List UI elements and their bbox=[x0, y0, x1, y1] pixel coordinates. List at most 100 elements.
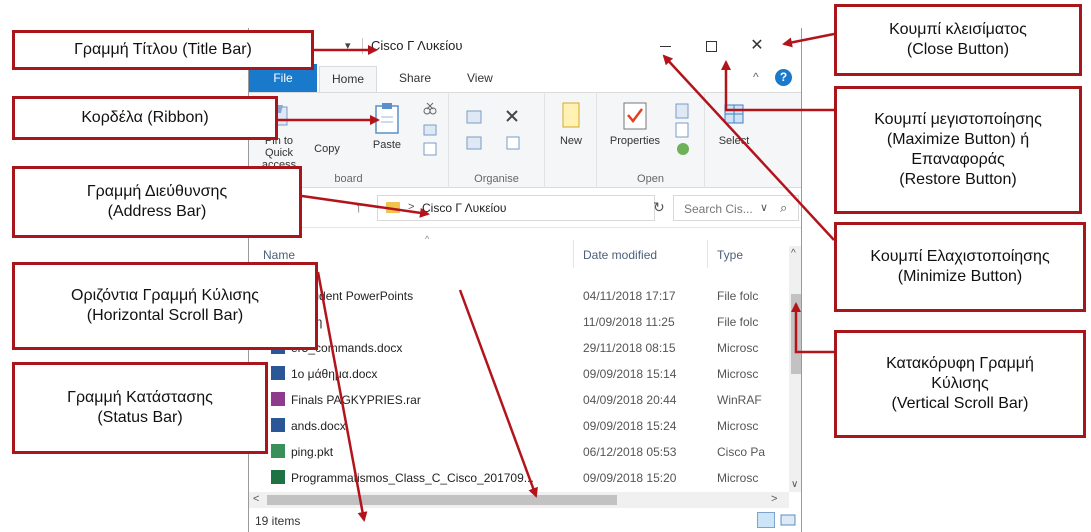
horizontal-scrollbar[interactable]: < > bbox=[249, 492, 789, 508]
window-title: Cisco Γ Λυκείου bbox=[371, 38, 463, 53]
callout-minimize-button: Κουμπί Ελαχιστοποίησης (Minimize Button) bbox=[834, 222, 1086, 312]
title-separator bbox=[362, 38, 363, 54]
minimize-button[interactable] bbox=[642, 28, 688, 64]
column-headers: ^ Name Date modified Type bbox=[249, 228, 789, 284]
search-icon[interactable]: ⌕ bbox=[780, 200, 787, 216]
list-item[interactable]: ands.docx 09/09/2018 15:24 Microsc bbox=[249, 414, 789, 438]
file-name: 5 Student PowerPoints bbox=[291, 289, 414, 303]
excel-icon bbox=[271, 470, 285, 484]
callout-vertical-scroll-bar: Κατακόρυφη Γραμμή Κύλισης (Vertical Scro… bbox=[834, 330, 1086, 438]
file-date: 29/11/2018 08:15 bbox=[583, 341, 676, 355]
tab-view[interactable]: View bbox=[455, 66, 505, 92]
file-type: File folc bbox=[717, 315, 759, 329]
list-item[interactable]: λη ψη 11/09/2018 11:25 File folc bbox=[249, 310, 789, 334]
file-name: er5_commands.docx bbox=[291, 341, 403, 355]
word-doc-icon bbox=[271, 366, 285, 380]
file-explorer-window: ▾ Cisco Γ Λυκείου ✕ File Home Share View… bbox=[248, 28, 802, 532]
status-bar: 19 items bbox=[249, 508, 801, 532]
callout-title-bar-text: Γραμμή Τίτλου (Title Bar) bbox=[74, 41, 252, 58]
file-date: 09/09/2018 15:24 bbox=[583, 419, 677, 433]
list-item[interactable]: 1ο μάθημα.docx 09/09/2018 15:14 Microsc bbox=[249, 362, 789, 386]
scroll-down-icon[interactable]: ∨ bbox=[791, 479, 798, 490]
callout-vscroll-line2: Κύλισης bbox=[931, 375, 989, 392]
details-view-icon[interactable] bbox=[757, 512, 775, 528]
file-type: WinRAF bbox=[717, 393, 762, 407]
file-type: Microsc bbox=[717, 419, 759, 433]
ribbon-group-open: Properties Open bbox=[597, 93, 705, 189]
search-input[interactable]: Search Cis... ⌕ bbox=[673, 195, 799, 221]
close-button[interactable]: ✕ bbox=[734, 28, 780, 64]
callout-max-line2: (Maximize Button) ή bbox=[886, 131, 1030, 148]
horizontal-scroll-thumb[interactable] bbox=[267, 495, 617, 505]
column-name[interactable]: Name bbox=[263, 248, 295, 262]
callout-ribbon: Κορδέλα (Ribbon) bbox=[12, 96, 278, 140]
new-folder-button[interactable]: New bbox=[551, 101, 591, 147]
ribbon-group-organise: Organise bbox=[449, 93, 545, 189]
vertical-scroll-thumb[interactable] bbox=[791, 294, 801, 374]
file-list: 5 Student PowerPoints 04/11/2018 17:17 F… bbox=[249, 284, 789, 494]
tab-home[interactable]: Home bbox=[319, 66, 378, 92]
properties-button[interactable]: Properties bbox=[601, 101, 669, 147]
collapse-ribbon-icon[interactable]: ^ bbox=[753, 70, 759, 84]
address-path[interactable]: Cisco Γ Λυκείου bbox=[422, 201, 506, 215]
callout-hscroll-line2: (Horizontal Scroll Bar) bbox=[86, 307, 244, 324]
scroll-left-icon[interactable]: < bbox=[253, 493, 259, 505]
scroll-right-icon[interactable]: > bbox=[771, 493, 777, 505]
file-name: 1ο μάθημα.docx bbox=[291, 367, 378, 381]
list-item[interactable]: er5_commands.docx 29/11/2018 08:15 Micro… bbox=[249, 336, 789, 360]
ribbon-group-new: New bbox=[545, 93, 597, 189]
callout-title-bar: Γραμμή Τίτλου (Title Bar) bbox=[12, 30, 314, 70]
callout-address-bar: Γραμμή Διεύθυνσης (Address Bar) bbox=[12, 166, 302, 238]
cut-copy-path-icons[interactable] bbox=[421, 101, 439, 161]
ribbon-group-select: Select bbox=[705, 93, 765, 189]
open-edit-history-icons[interactable] bbox=[673, 101, 693, 161]
refresh-icon[interactable]: ↻ bbox=[653, 199, 665, 216]
callout-maximize-button: Κουμπί μεγιστοποίησης (Maximize Button) … bbox=[834, 86, 1082, 214]
quick-access-dropdown-icon[interactable]: ▾ bbox=[345, 39, 351, 52]
callout-address-line2: (Address Bar) bbox=[107, 203, 207, 220]
maximize-icon bbox=[705, 40, 717, 52]
vertical-scrollbar[interactable]: ^ ∨ bbox=[789, 246, 801, 492]
copy-button[interactable]: Copy bbox=[307, 143, 347, 155]
list-item[interactable]: Programmatismos_Class_C_Cisco_201709... … bbox=[249, 466, 789, 490]
select-button[interactable]: Select bbox=[709, 101, 759, 147]
file-date: 09/09/2018 15:14 bbox=[583, 367, 677, 381]
callout-horizontal-scroll-bar: Οριζόντια Γραμμή Κύλισης (Horizontal Scr… bbox=[12, 262, 318, 350]
scroll-up-icon[interactable]: ^ bbox=[791, 248, 796, 259]
callout-vscroll-line1: Κατακόρυφη Γραμμή bbox=[886, 355, 1034, 372]
callout-close-line1: Κουμπί κλεισίματος bbox=[889, 21, 1027, 38]
up-arrow-icon[interactable]: ↑ bbox=[355, 199, 363, 216]
list-item[interactable]: 5 Student PowerPoints 04/11/2018 17:17 F… bbox=[249, 284, 789, 308]
file-type: Cisco Pa bbox=[717, 445, 766, 459]
tab-share[interactable]: Share bbox=[387, 66, 443, 92]
column-date-modified[interactable]: Date modified bbox=[583, 248, 657, 262]
column-type[interactable]: Type bbox=[717, 248, 743, 262]
file-type: Microsc bbox=[717, 471, 759, 485]
callout-address-line1: Γραμμή Διεύθυνσης bbox=[86, 183, 228, 200]
callout-close-button: Κουμπί κλεισίματος (Close Button) bbox=[834, 4, 1082, 76]
callout-hscroll-line1: Οριζόντια Γραμμή Κύλισης bbox=[71, 287, 259, 304]
title-bar[interactable]: ▾ Cisco Γ Λυκείου ✕ bbox=[249, 28, 801, 64]
minimize-icon bbox=[659, 45, 671, 47]
maximize-button[interactable] bbox=[688, 28, 734, 64]
column-divider[interactable] bbox=[573, 240, 574, 268]
list-item[interactable]: Finals PAGKYPRIES.rar 04/09/2018 20:44 W… bbox=[249, 388, 789, 412]
file-type: Microsc bbox=[717, 341, 759, 355]
new-label: New bbox=[559, 135, 582, 147]
help-icon[interactable]: ? bbox=[775, 69, 792, 86]
chevron-right-icon[interactable]: > bbox=[408, 201, 414, 213]
callout-max-line1: Κουμπί μεγιστοποίησης bbox=[874, 111, 1042, 128]
select-label: Select bbox=[718, 135, 750, 147]
column-divider[interactable] bbox=[707, 240, 708, 268]
file-date: 06/12/2018 05:53 bbox=[583, 445, 677, 459]
callout-max-line4: (Restore Button) bbox=[899, 171, 1017, 188]
paste-button[interactable]: Paste bbox=[367, 101, 407, 151]
properties-label: Properties bbox=[609, 135, 661, 147]
large-icons-view-icon[interactable] bbox=[779, 512, 797, 528]
properties-icon bbox=[623, 102, 647, 130]
file-name: Programmatismos_Class_C_Cisco_201709... bbox=[291, 471, 534, 485]
organise-icons[interactable] bbox=[463, 107, 533, 157]
list-item[interactable]: ping.pkt 06/12/2018 05:53 Cisco Pa bbox=[249, 440, 789, 464]
file-date: 04/09/2018 20:44 bbox=[583, 393, 677, 407]
address-bar[interactable]: > Cisco Γ Λυκείου ∨ bbox=[377, 195, 768, 221]
